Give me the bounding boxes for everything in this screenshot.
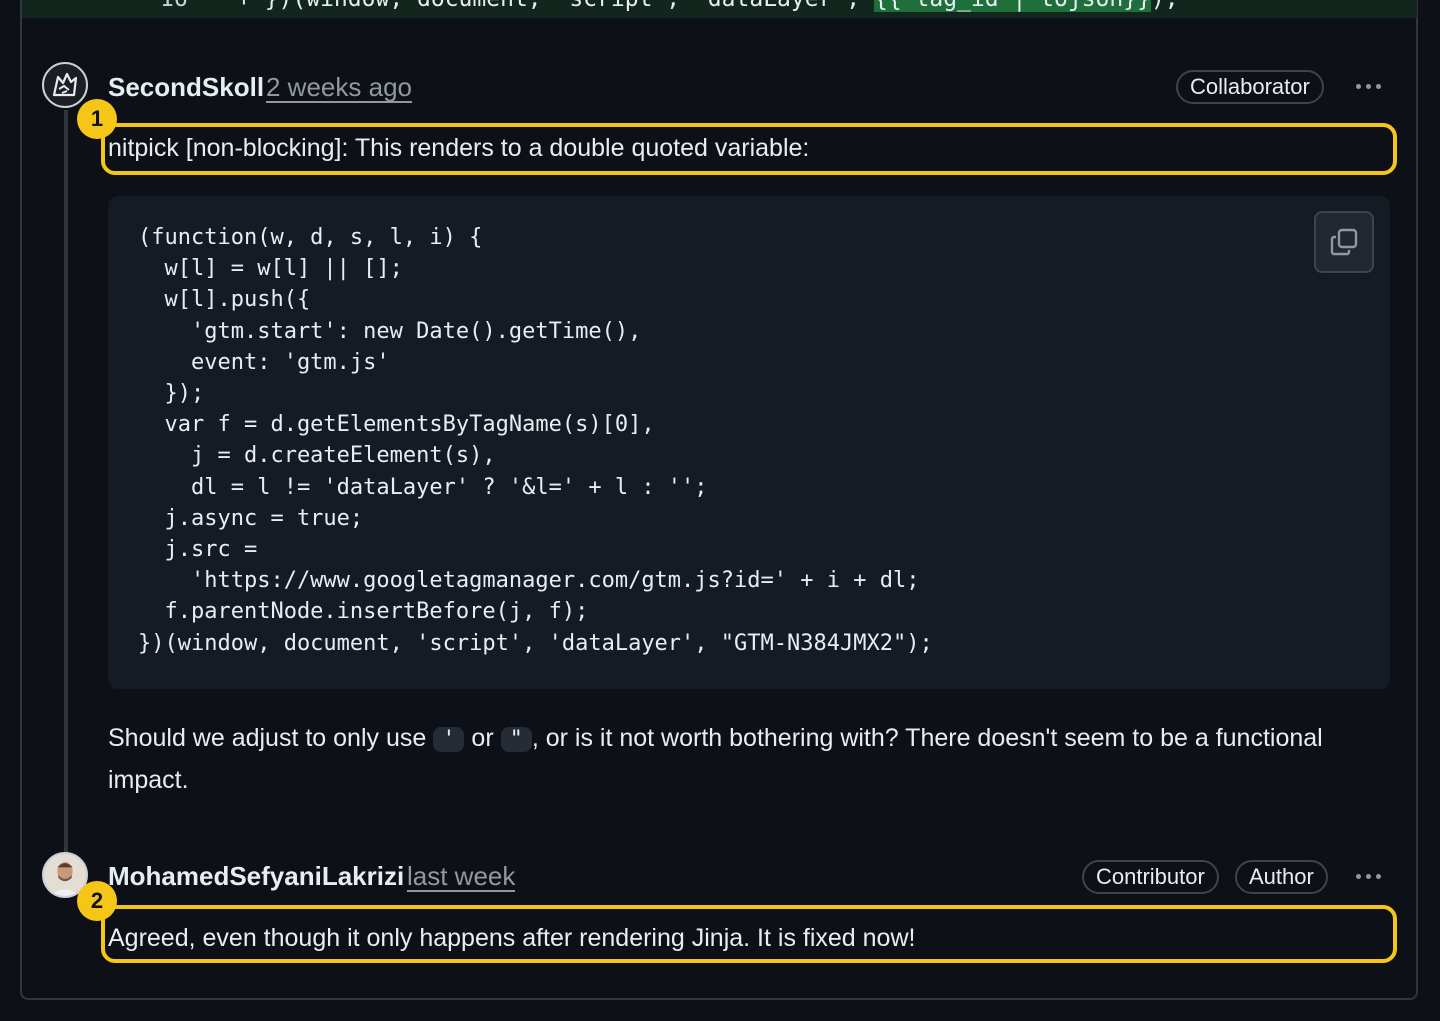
contributor-badge: Contributor [1082, 860, 1219, 894]
comment-options-icon[interactable] [1348, 866, 1388, 886]
diff-line: 16 + })(window, document, 'script', 'dat… [22, 0, 1417, 18]
comment-options-icon[interactable] [1348, 76, 1388, 96]
comment-text: nitpick [non-blocking]: This renders to … [108, 134, 810, 162]
wolf-logo-icon [47, 67, 83, 103]
avatar-secondskoll[interactable] [42, 62, 88, 108]
comment-author[interactable]: SecondSkoll [108, 72, 264, 103]
diff-line-code: + })(window, document, 'script', 'dataLa… [237, 0, 1179, 12]
comment-timestamp[interactable]: last week [407, 862, 516, 892]
collaborator-badge: Collaborator [1176, 70, 1324, 104]
inline-code-single-quote: ' [433, 727, 465, 752]
annotation-marker-1: 1 [77, 99, 117, 139]
code-block: (function(w, d, s, l, i) { w[l] = w[l] |… [108, 196, 1390, 689]
inline-code-double-quote: " [500, 727, 532, 752]
copy-icon [1330, 228, 1358, 256]
copy-button[interactable] [1314, 211, 1374, 273]
comment-timestamp[interactable]: 2 weeks ago [266, 73, 412, 103]
comment-author[interactable]: MohamedSefyaniLakrizi [108, 861, 404, 892]
comment-text: Agreed, even though it only happens afte… [108, 924, 916, 952]
thread-connector-line [64, 110, 68, 855]
diff-line-number: 16 [160, 0, 188, 11]
comment-paragraph: Should we adjust to only use ' or ", or … [108, 724, 1323, 794]
code-content: (function(w, d, s, l, i) { w[l] = w[l] |… [138, 225, 933, 656]
annotation-marker-2: 2 [77, 881, 117, 921]
diff-highlight: {{ tag_id | tojson}} [873, 0, 1151, 12]
author-badge: Author [1235, 860, 1328, 894]
